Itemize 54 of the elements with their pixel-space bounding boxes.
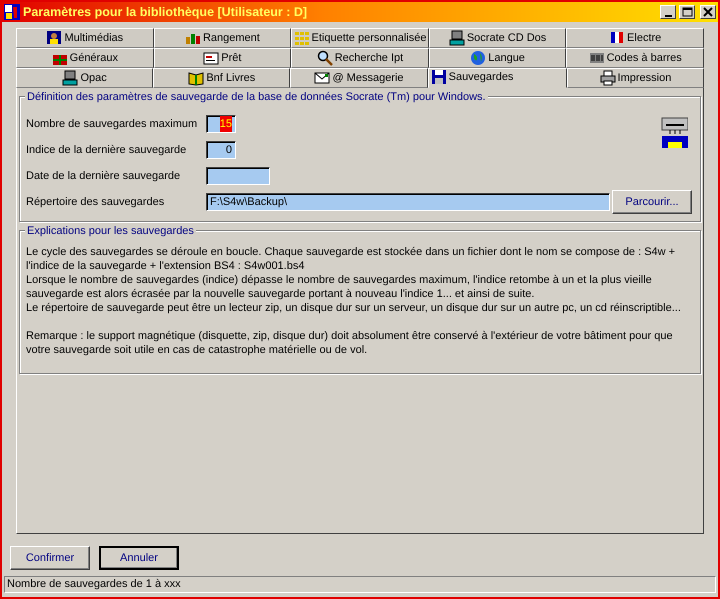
computer-icon — [62, 70, 78, 86]
tab[interactable]: Multimédias — [16, 28, 154, 48]
tab[interactable]: Bnf Livres — [153, 68, 290, 88]
input-field[interactable]: 0 — [206, 141, 236, 159]
tab[interactable]: Opac — [16, 68, 154, 88]
remark-text: Remarque : le support magnétique (disquette, zip, disque dur) doit absolument être conservé à l'extérieur de votre bâtiment pour que votre sauvegarde soit utile en cas de catastrophe matérielle ou de vol. — [26, 329, 674, 357]
close-icon — [702, 7, 714, 17]
input-field[interactable]: 15 — [206, 115, 236, 133]
field-label: Répertoire des sauvegardes — [26, 194, 166, 210]
maximize-icon — [681, 7, 693, 17]
input-field[interactable] — [206, 167, 270, 185]
tab[interactable]: Rangement — [154, 28, 292, 48]
tab[interactable]: Généraux — [16, 48, 154, 68]
card-icon — [203, 50, 220, 66]
book-icon — [188, 70, 204, 86]
window-title: Paramètres pour la bibliothèque [Utilisateur : D] — [23, 4, 308, 21]
tab[interactable]: Impression — [566, 68, 704, 88]
flag-icon — [609, 30, 626, 46]
label-grid-icon — [294, 30, 310, 46]
tab[interactable]: Etiquette personnalisée — [291, 28, 429, 48]
close-button[interactable] — [700, 5, 716, 19]
input-field[interactable]: F:\S4w\Backup\ — [206, 193, 610, 211]
person-icon — [46, 30, 62, 46]
explanation-text: Le répertoire de sauvegarde peut être un lecteur zip, un disque dur sur un serveur, un disque dur sur un autre pc, un cd réinscriptible... — [26, 301, 682, 315]
computer-icon — [448, 30, 465, 46]
group-title: Explications pour les sauvegardes — [25, 223, 196, 240]
minimize-button[interactable] — [660, 5, 676, 19]
floppy-drive-icon — [660, 116, 688, 150]
tab[interactable]: Socrate CD Dos — [428, 28, 566, 48]
tab[interactable]: Codes à barres — [566, 48, 704, 68]
tab[interactable]: Prêt — [154, 48, 292, 68]
tab[interactable]: Langue — [428, 48, 566, 68]
tab[interactable]: @ Messagerie — [290, 68, 428, 88]
maximize-button[interactable] — [679, 5, 695, 19]
group-title: Définition des paramètres de sauvegarde de la base de données Socrate (Tm) pour Windows. — [25, 89, 488, 106]
explanation-text: Lorsque le nombre de sauvegardes (indice) dépasse le nombre de sauvegardes maximum, l'indice retombe à un et la plus vieille sauvegarde est alors écrasée par la nouvelle sauvegarde portant à nouveau l'indice 1... et ainsi de suite. — [26, 273, 653, 301]
search-icon — [316, 50, 333, 66]
globe-icon — [470, 50, 486, 66]
field-label: Date de la dernière sauvegarde — [26, 168, 182, 184]
minimize-icon — [664, 14, 672, 16]
status-bar: Nombre de sauvegardes de 1 à xxx — [4, 576, 716, 593]
dialog-button[interactable]: Confirmer — [10, 546, 90, 570]
barcode-icon — [588, 50, 605, 66]
explanation-text: Le cycle des sauvegardes se déroule en boucle. Chaque sauvegarde est stockée dans un fichier dont le nom se compose de : S4w + l'indice de la sauvegarde + l'extension BS4 : S4w001.bs4 — [26, 245, 676, 273]
tab[interactable]: Recherche Ipt — [291, 48, 429, 68]
app-logo-icon — [4, 4, 20, 20]
printer-icon — [600, 70, 616, 86]
tab[interactable]: Sauvegardes — [428, 68, 567, 88]
dialog-button[interactable]: Annuler — [99, 546, 179, 570]
field-label: Nombre de sauvegardes maximum — [26, 116, 198, 132]
tab[interactable]: Electre — [566, 28, 704, 48]
field-label: Indice de la dernière sauvegarde — [26, 142, 188, 158]
envelope-icon — [314, 70, 330, 86]
browse-button[interactable]: Parcourir... — [612, 190, 692, 214]
